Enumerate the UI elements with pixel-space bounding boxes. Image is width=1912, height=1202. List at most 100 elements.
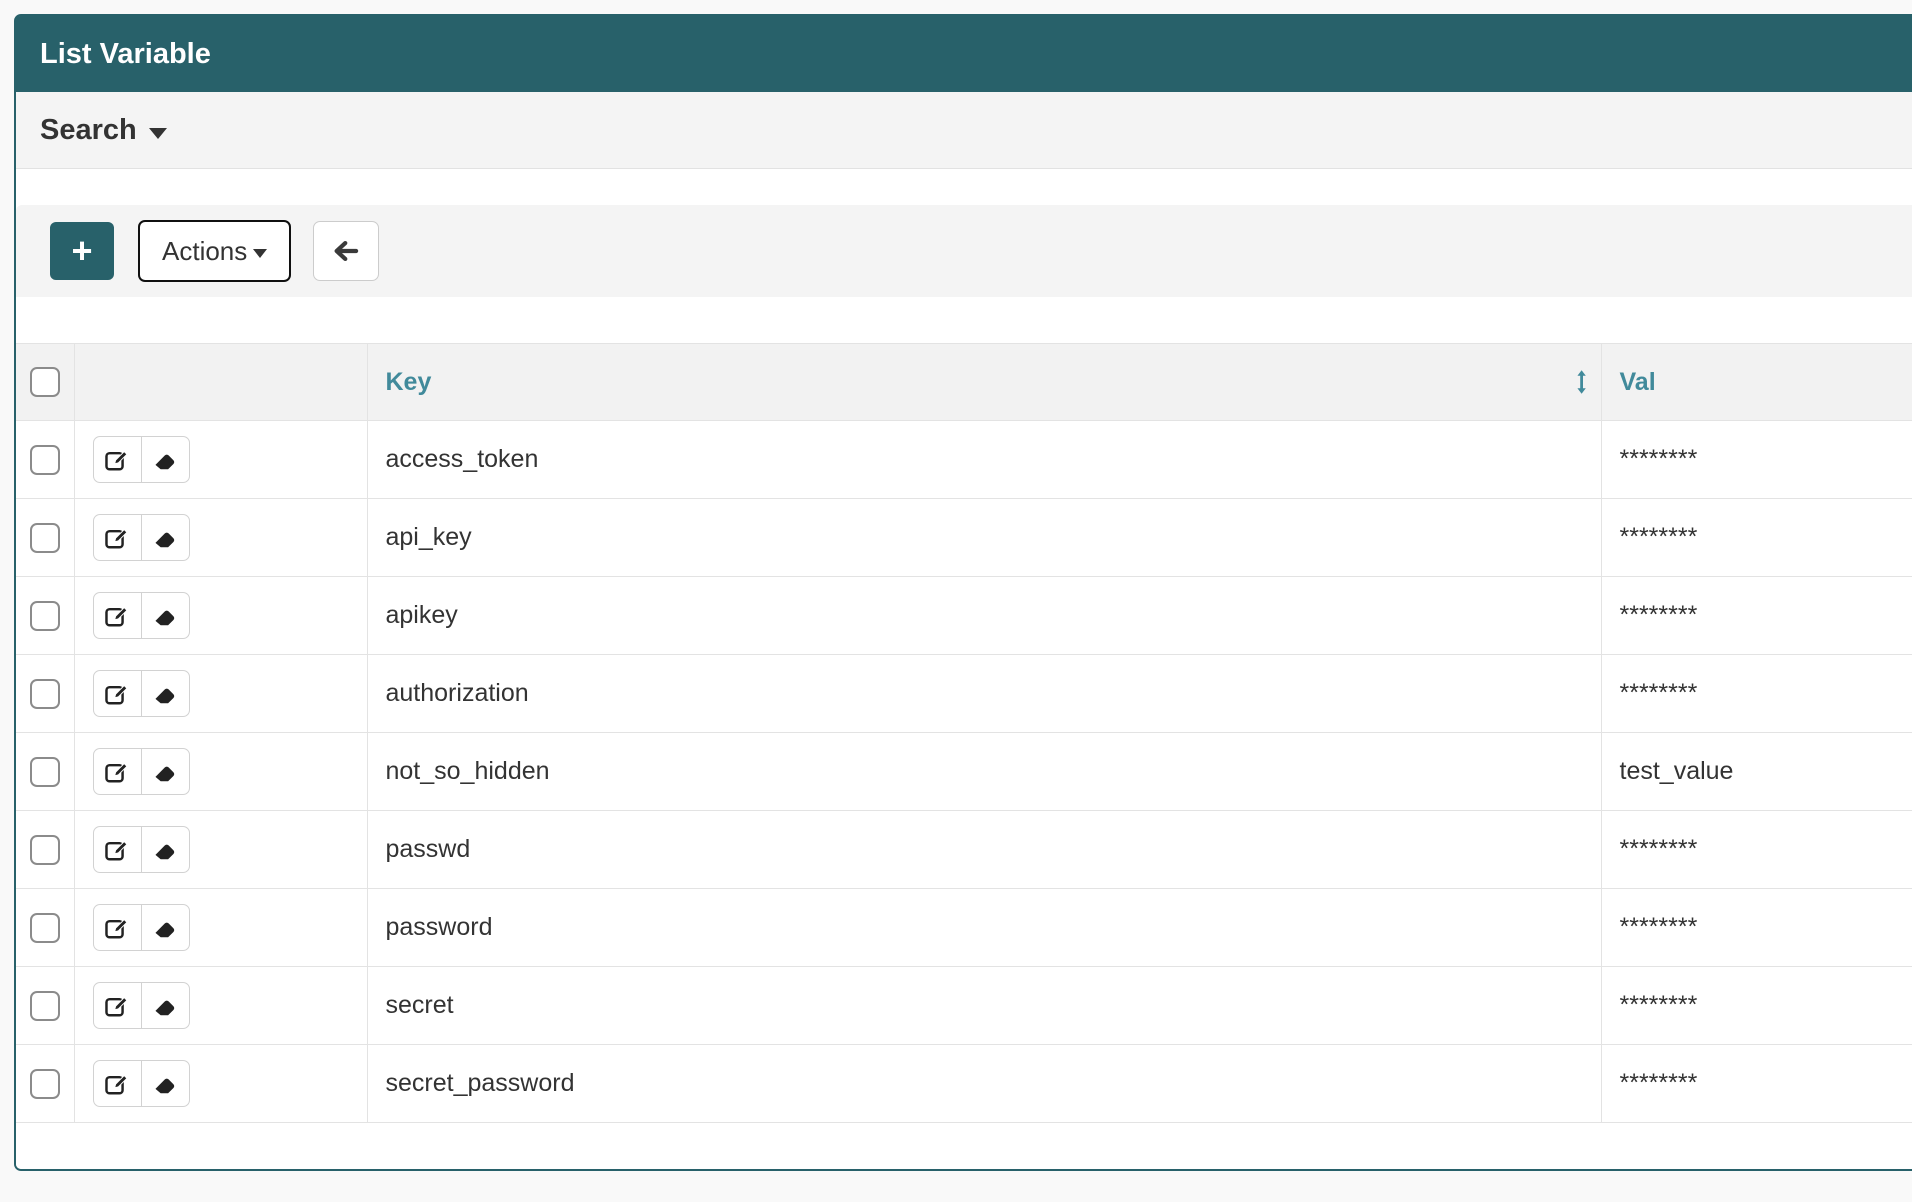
table-row: passwd ******** [16, 811, 1912, 889]
spacer [16, 169, 1912, 205]
row-checkbox[interactable] [30, 1069, 60, 1099]
select-all-checkbox[interactable] [30, 367, 60, 397]
variable-val: test_value [1601, 733, 1912, 811]
actions-column-header [74, 344, 367, 421]
variable-key: secret [367, 967, 1601, 1045]
sort-vertical-icon[interactable] [1574, 370, 1589, 394]
edit-button[interactable] [94, 983, 141, 1028]
edit-icon [104, 603, 130, 629]
row-checkbox[interactable] [30, 523, 60, 553]
caret-down-icon [253, 249, 267, 258]
arrow-left-icon [331, 238, 361, 264]
panel-footer [16, 1123, 1912, 1169]
eraser-icon [152, 759, 178, 785]
variable-key: authorization [367, 655, 1601, 733]
add-variable-button[interactable]: + [50, 222, 114, 280]
variable-val: ******** [1601, 889, 1912, 967]
edit-button[interactable] [94, 437, 141, 482]
table-row: not_so_hidden test_value [16, 733, 1912, 811]
delete-button[interactable] [141, 437, 189, 482]
edit-icon [104, 681, 130, 707]
edit-icon [104, 525, 130, 551]
page-title: List Variable [16, 16, 1912, 92]
edit-icon [104, 447, 130, 473]
edit-button[interactable] [94, 905, 141, 950]
delete-button[interactable] [141, 593, 189, 638]
actions-label: Actions [162, 236, 247, 267]
row-actions [93, 592, 190, 639]
row-checkbox[interactable] [30, 913, 60, 943]
variable-val: ******** [1601, 421, 1912, 499]
table-row: api_key ******** [16, 499, 1912, 577]
table-row: secret ******** [16, 967, 1912, 1045]
variable-key: apikey [367, 577, 1601, 655]
variables-table: Key Val [16, 343, 1912, 1123]
edit-icon [104, 759, 130, 785]
variable-val: ******** [1601, 811, 1912, 889]
search-dropdown-toggle[interactable]: Search [16, 92, 1912, 169]
delete-button[interactable] [141, 905, 189, 950]
val-column-header[interactable]: Val [1601, 344, 1912, 421]
variable-val: ******** [1601, 967, 1912, 1045]
table-row: access_token ******** [16, 421, 1912, 499]
variable-key: password [367, 889, 1601, 967]
eraser-icon [152, 525, 178, 551]
eraser-icon [152, 915, 178, 941]
row-checkbox[interactable] [30, 445, 60, 475]
table-header-row: Key Val [16, 344, 1912, 421]
row-checkbox[interactable] [30, 679, 60, 709]
eraser-icon [152, 837, 178, 863]
row-actions [93, 904, 190, 951]
variable-val: ******** [1601, 499, 1912, 577]
delete-button[interactable] [141, 827, 189, 872]
eraser-icon [152, 447, 178, 473]
row-actions [93, 1060, 190, 1107]
edit-button[interactable] [94, 593, 141, 638]
eraser-icon [152, 681, 178, 707]
actions-dropdown-button[interactable]: Actions [138, 220, 291, 282]
table-row: secret_password ******** [16, 1045, 1912, 1123]
variable-val: ******** [1601, 655, 1912, 733]
caret-down-icon [149, 128, 167, 139]
table-row: password ******** [16, 889, 1912, 967]
row-actions [93, 982, 190, 1029]
toolbar: + Actions [16, 205, 1912, 297]
list-variable-panel: List Variable Search + Actions [14, 14, 1912, 1171]
variable-val: ******** [1601, 1045, 1912, 1123]
eraser-icon [152, 1071, 178, 1097]
row-actions [93, 748, 190, 795]
variable-val: ******** [1601, 577, 1912, 655]
edit-button[interactable] [94, 671, 141, 716]
spacer [16, 297, 1912, 343]
plus-icon: + [71, 233, 92, 269]
search-label: Search [40, 114, 137, 147]
row-actions [93, 436, 190, 483]
row-checkbox[interactable] [30, 757, 60, 787]
edit-button[interactable] [94, 515, 141, 560]
eraser-icon [152, 603, 178, 629]
edit-button[interactable] [94, 1061, 141, 1106]
row-checkbox[interactable] [30, 835, 60, 865]
delete-button[interactable] [141, 515, 189, 560]
row-actions [93, 514, 190, 561]
key-column-header[interactable]: Key [367, 344, 1601, 421]
variable-key: api_key [367, 499, 1601, 577]
back-button[interactable] [313, 221, 379, 281]
edit-button[interactable] [94, 827, 141, 872]
row-checkbox[interactable] [30, 601, 60, 631]
variable-key: access_token [367, 421, 1601, 499]
row-actions [93, 670, 190, 717]
edit-button[interactable] [94, 749, 141, 794]
delete-button[interactable] [141, 983, 189, 1028]
variable-key: passwd [367, 811, 1601, 889]
table-row: apikey ******** [16, 577, 1912, 655]
eraser-icon [152, 993, 178, 1019]
variable-key: secret_password [367, 1045, 1601, 1123]
delete-button[interactable] [141, 671, 189, 716]
edit-icon [104, 1071, 130, 1097]
table-body: access_token ******** [16, 421, 1912, 1123]
delete-button[interactable] [141, 1061, 189, 1106]
row-checkbox[interactable] [30, 991, 60, 1021]
row-actions [93, 826, 190, 873]
delete-button[interactable] [141, 749, 189, 794]
